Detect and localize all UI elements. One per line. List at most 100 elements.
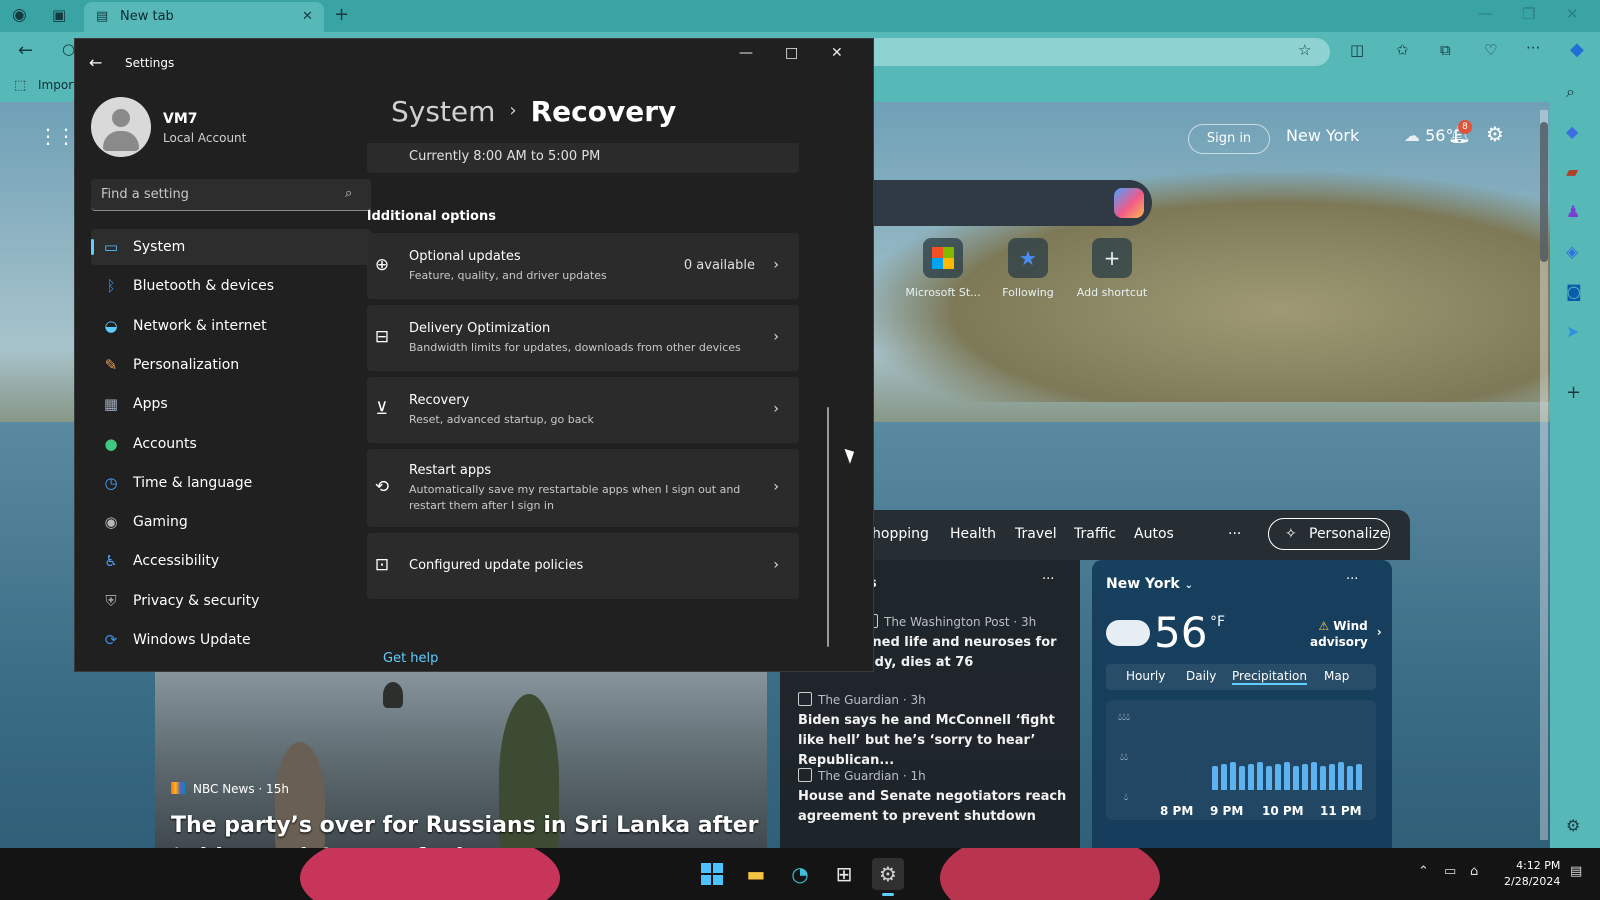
weather-tab-hourly[interactable]: Hourly [1126,669,1165,683]
sidebar-item-personalization[interactable]: ✎ Personalization [91,347,371,383]
get-help-link[interactable]: Get help [383,651,438,666]
sidebar-settings-icon[interactable]: ⚙ [1566,816,1580,835]
collections-icon[interactable]: ⧉ [1440,43,1451,58]
page-settings-icon[interactable]: ⚙ [1486,122,1504,146]
favorite-star-icon[interactable]: ☆ [1298,43,1311,58]
sidebar-outlook-icon[interactable]: ◙ [1566,282,1582,301]
sidebar-games-icon[interactable]: ♟ [1566,202,1580,221]
breadcrumb-system[interactable]: System [391,95,495,128]
hero-news-card[interactable]: NBC News · 15h The party’s over for Russ… [155,662,767,848]
scrollbar-thumb[interactable] [1540,122,1548,262]
feed-tab-traffic[interactable]: Traffic [1074,526,1116,542]
copilot-search-icon[interactable] [1114,188,1144,218]
start-icon[interactable] [696,858,728,890]
feed-tab-shopping[interactable]: hopping [872,526,929,542]
tab-new-tab[interactable]: ▤ New tab ✕ [84,2,324,32]
sidebar-search-icon[interactable]: ⌕ [1566,82,1575,102]
page-scrollbar[interactable] [1540,110,1548,840]
sidebar-item-system[interactable]: ▭ System [91,229,371,265]
personalize-star-icon: ✧ [1285,526,1297,542]
sidebar-item-privacy-security[interactable]: ⛨ Privacy & security [91,583,371,619]
weather-card[interactable]: New York ⌄ ··· 56 °F ⚠ Wind advisory › H… [1092,560,1392,848]
close-icon[interactable]: ✕ [831,45,843,61]
back-icon[interactable]: ← [18,42,33,60]
avatar[interactable] [91,97,151,157]
weather-tab-daily[interactable]: Daily [1186,669,1216,683]
sidebar-item-accessibility[interactable]: ♿ Accessibility [91,543,371,579]
shortcut-following[interactable]: ★ Following [988,238,1068,299]
split-screen-icon[interactable]: ◫ [1350,43,1364,58]
sidebar-copilot-icon[interactable]: ◈ [1566,242,1578,261]
back-arrow-icon[interactable]: ← [89,53,102,72]
feed-more-button[interactable]: ··· [1228,526,1241,542]
sidebar-item-time-language[interactable]: ◷ Time & language [91,465,371,501]
sidebar-item-network-internet[interactable]: ◒ Network & internet [91,308,371,344]
sidebar-tag-icon[interactable]: ◆ [1566,122,1578,141]
section-header: ldditional options [367,209,496,224]
settings-scrollbar[interactable] [827,407,829,647]
store-icon[interactable]: ⊞ [828,858,860,890]
active-hours-card[interactable]: Currently 8:00 AM to 5:00 PM [367,143,799,173]
sidebar-add-icon[interactable]: + [1566,382,1581,403]
news-item[interactable]: The Guardian · 1h House and Senate negot… [798,768,1068,827]
news-item[interactable]: The Guardian · 3h Biden says he and McCo… [798,692,1068,771]
minimize-icon[interactable]: — [739,45,753,61]
web-search-box[interactable] [860,180,1152,226]
option-delivery-optimization[interactable]: ⊟ Delivery Optimization Bandwidth limits… [367,305,799,371]
personalize-button[interactable]: ✧ Personalize [1268,518,1390,550]
copilot-icon[interactable]: ◆ [1570,41,1584,59]
option-value: 0 available [683,258,755,273]
restore-browser-icon[interactable]: ❐ [1522,7,1535,22]
settings-window: ← Settings — □ ✕ VM7 Local Account ⌕ ▭ Sy… [74,38,874,672]
weather-card-city[interactable]: New York ⌄ [1106,576,1193,592]
clock[interactable]: 4:12 PM 2/28/2024 [1504,858,1560,890]
weather-tab-precipitation[interactable]: Precipitation [1232,669,1308,685]
close-tab-icon[interactable]: ✕ [302,10,313,23]
option-restart-apps[interactable]: ⟲ Restart apps Automatically save my res… [367,449,799,527]
browser-essentials-icon[interactable]: ♡ [1484,43,1497,58]
edge-icon[interactable]: ◔ [784,858,816,890]
shortcut-add[interactable]: + Add shortcut [1072,238,1152,299]
display-icon[interactable]: ▭ [1444,864,1456,879]
weather-summary[interactable]: New York ☁ 56°F [1286,126,1463,145]
favorites-icon[interactable]: ✩ [1396,43,1409,58]
shortcut-microsoft-store[interactable]: Microsoft St... [903,238,983,299]
notification-center-icon[interactable]: ▤ [1570,864,1582,879]
import-favorites-link[interactable]: Import [38,78,78,92]
feed-tab-autos[interactable]: Autos [1134,526,1174,542]
precipitation-bar [1221,764,1227,790]
close-browser-icon[interactable]: ✕ [1566,7,1579,22]
sidebar-item-gaming[interactable]: ◉ Gaming [91,504,371,540]
tab-actions-icon[interactable]: ▣ [52,8,66,23]
show-hidden-icons-icon[interactable]: ⌃ [1418,864,1429,879]
sidebar-item-apps[interactable]: ▦ Apps [91,386,371,422]
network-icon[interactable]: ⌂ [1470,864,1478,879]
sidebar-item-accounts[interactable]: ● Accounts [91,426,371,462]
user-name: VM7 [163,111,198,127]
feed-tab-travel[interactable]: Travel [1015,526,1057,542]
sign-in-button[interactable]: Sign in [1188,124,1270,154]
option-recovery[interactable]: ⊻ Recovery Reset, advanced startup, go b… [367,377,799,443]
option-optional-updates[interactable]: ⊕ Optional updates Feature, quality, and… [367,233,799,299]
sidebar-send-icon[interactable]: ➤ [1566,322,1579,341]
file-explorer-icon[interactable]: ▬ [740,858,772,890]
feed-tab-health[interactable]: Health [950,526,996,542]
more-icon[interactable]: ··· [1526,41,1540,56]
weather-tab-map[interactable]: Map [1324,669,1349,683]
settings-icon[interactable]: ⚙ [872,858,904,896]
sidebar-item-windows-update[interactable]: ⟳ Windows Update [91,622,371,658]
sidebar-tools-icon[interactable]: ▰ [1566,162,1578,181]
search-input[interactable] [91,179,371,211]
minimize-browser-icon[interactable]: — [1478,6,1493,21]
profile-icon[interactable]: ◉ [12,7,27,24]
option-configured-update-policies[interactable]: ⊡ Configured update policies › [367,533,799,599]
news-card-more-icon[interactable]: ··· [1042,572,1054,587]
new-tab-icon[interactable]: + [334,6,349,24]
weather-card-more-icon[interactable]: ··· [1346,572,1358,587]
delivery-icon: ⊟ [374,327,390,347]
weather-card-unit: °F [1210,614,1226,630]
weather-alert[interactable]: ⚠ Wind advisory › [1310,618,1382,650]
maximize-icon[interactable]: □ [785,45,798,61]
sidebar-item-bluetooth-devices[interactable]: ᛒ Bluetooth & devices [91,268,371,304]
address-bar[interactable] [860,38,1330,66]
